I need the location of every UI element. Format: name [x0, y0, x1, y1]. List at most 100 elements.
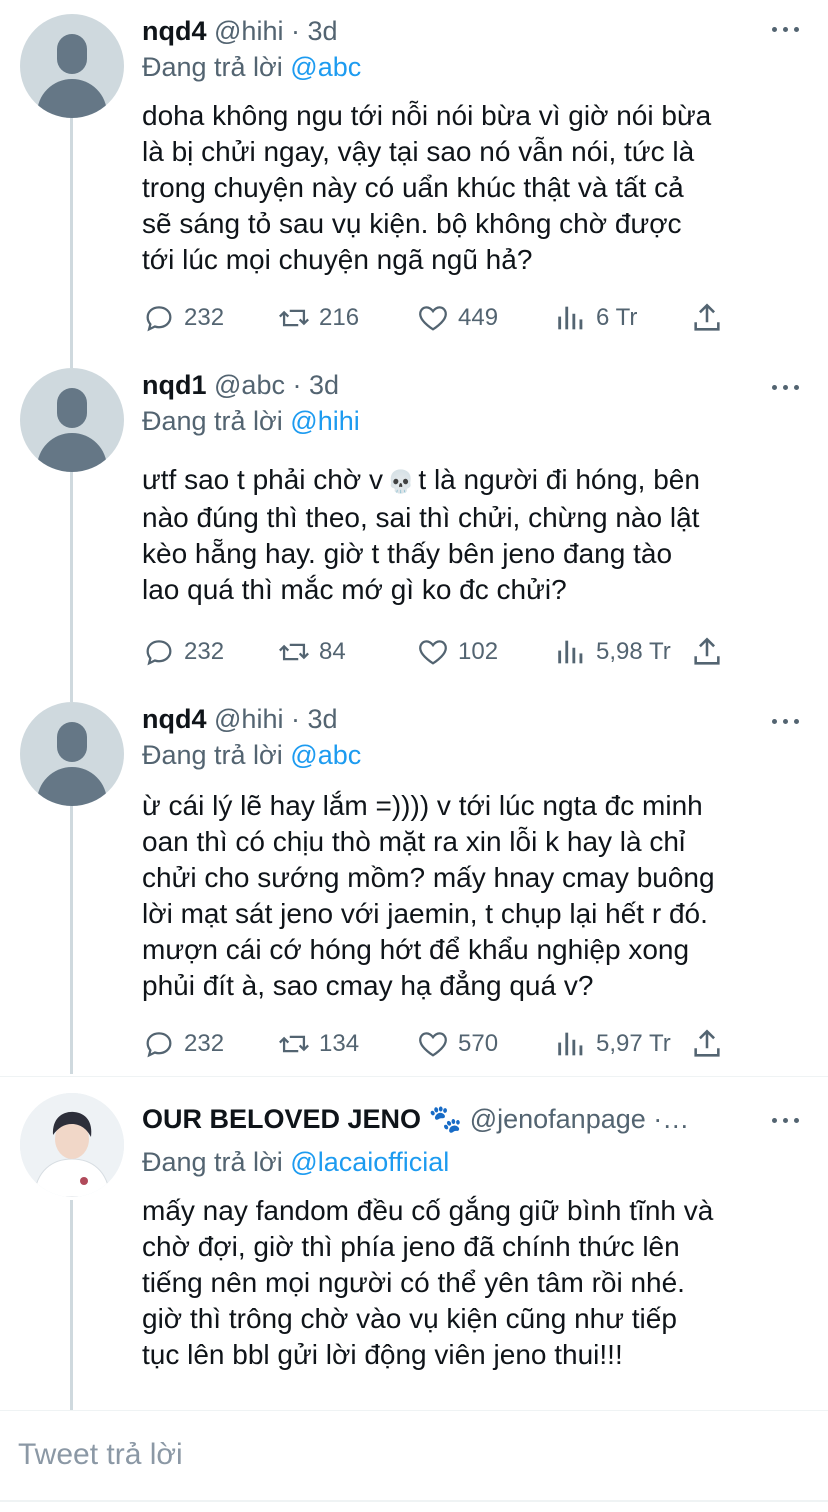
text-line: chờ đợi, giờ thì phía jeno đã chính thức… — [142, 1231, 680, 1262]
profile-photo — [20, 1093, 124, 1197]
mention-link[interactable]: @abc — [290, 740, 361, 770]
text-line: lời mạt sát jeno với jaemin, t chụp lại … — [142, 898, 708, 929]
more-icon[interactable] — [772, 716, 800, 726]
timestamp[interactable]: 3d — [308, 704, 338, 734]
avatar[interactable] — [20, 368, 124, 472]
separator-dot: · — [290, 16, 300, 46]
share-button[interactable] — [690, 632, 732, 672]
timestamp[interactable]: 3d — [308, 16, 338, 46]
tweet-actions: 232 134 570 5,97 Tr — [142, 1024, 802, 1064]
text-segment: ưtf sao t phải chờ v — [142, 464, 383, 495]
reply-button[interactable]: 232 — [142, 298, 224, 338]
text-line: tục lên bbl gửi lời động viên jeno thui!… — [142, 1339, 623, 1370]
retweet-button[interactable]: 84 — [277, 632, 346, 672]
replying-label: Đang trả lời — [142, 406, 283, 436]
text-line: phủi đít à, sao cmay hạ đẳng quá v? — [142, 970, 594, 1001]
share-button[interactable] — [690, 298, 732, 338]
more-icon[interactable] — [772, 1115, 800, 1125]
mention-link[interactable]: @lacaiofficial — [290, 1147, 449, 1177]
retweet-icon — [279, 1035, 309, 1053]
tweet-header: nqd4 @hihi · 3d — [142, 704, 338, 735]
tweet-text: ưtf sao t phải chờ v 💀 t là người đi hóng,… — [142, 462, 812, 608]
separator-dot: · — [290, 704, 300, 734]
text-line: mấy nay fandom đều cố gắng giữ bình tĩnh… — [142, 1195, 714, 1226]
views-button[interactable]: 6 Tr — [554, 298, 637, 338]
separator-dot: ·… — [653, 1104, 690, 1134]
text-line: trong chuyện này có uẩn khúc thật và tất… — [142, 172, 684, 203]
more-icon[interactable] — [772, 382, 800, 392]
text-line: tiếng nên mọi người có thể yên tâm rồi n… — [142, 1267, 685, 1298]
views-icon — [558, 1032, 583, 1056]
paw-emoji: 🐾 — [428, 1104, 463, 1134]
username[interactable]: @jenofanpage — [470, 1104, 646, 1134]
tweet[interactable]: nqd1 @abc · 3d Đang trả lời @hihi ưtf sa… — [0, 352, 828, 686]
divider — [0, 1410, 828, 1411]
display-name[interactable]: nqd4 — [142, 16, 207, 46]
views-button[interactable]: 5,97 Tr — [554, 1024, 671, 1064]
username[interactable]: @abc — [214, 370, 285, 400]
retweet-button[interactable]: 216 — [277, 298, 359, 338]
avatar[interactable] — [20, 1093, 124, 1197]
views-button[interactable]: 5,98 Tr — [554, 632, 671, 672]
tweet[interactable]: nqd4 @hihi · 3d Đang trả lời @abc ừ cái … — [0, 686, 828, 1076]
reply-input[interactable]: Tweet trả lời — [18, 1438, 183, 1472]
text-line: kèo hẵng hay. giờ t thấy bên jeno đang t… — [142, 537, 673, 569]
retweet-count: 216 — [319, 304, 360, 331]
retweet-count: 134 — [319, 1030, 360, 1057]
reply-count: 232 — [184, 1030, 225, 1057]
like-count: 102 — [458, 638, 499, 665]
reply-button[interactable]: 232 — [142, 1024, 224, 1064]
replying-to: Đang trả lời @lacaiofficial — [142, 1147, 449, 1178]
display-name[interactable]: nqd1 — [142, 370, 207, 400]
tweet-actions: 232 216 449 6 Tr — [142, 298, 802, 338]
reply-composer[interactable]: Tweet trả lời — [0, 1414, 828, 1504]
mention-link[interactable]: @abc — [290, 52, 361, 82]
display-name[interactable]: OUR BELOVED JENO — [142, 1104, 421, 1134]
text-line: nào đúng thì theo, sai thì chửi, chừng n… — [142, 501, 700, 533]
username[interactable]: @hihi — [214, 704, 283, 734]
retweet-button[interactable]: 134 — [277, 1024, 359, 1064]
reply-count: 232 — [184, 304, 225, 331]
tweet-text: mấy nay fandom đều cố gắng giữ bình tĩnh… — [142, 1193, 812, 1373]
share-button[interactable] — [690, 1024, 732, 1064]
username[interactable]: @hihi — [214, 16, 283, 46]
retweet-count: 84 — [319, 638, 346, 665]
separator-dot: · — [292, 370, 302, 400]
text-line: doha không ngu tới nỗi nói bừa vì giờ nó… — [142, 100, 712, 131]
reply-icon — [146, 1032, 172, 1058]
mention-link[interactable]: @hihi — [290, 406, 359, 436]
text-line: lao quá thì mắc mớ gì ko đc chửi? — [142, 573, 567, 605]
replying-to: Đang trả lời @abc — [142, 740, 361, 771]
heart-icon — [419, 1032, 447, 1057]
tweet[interactable]: OUR BELOVED JENO 🐾 @jenofanpage ·… Đang … — [0, 1077, 828, 1411]
views-icon — [558, 306, 583, 330]
retweet-icon — [279, 643, 309, 661]
text-line: giờ thì trông chờ vào vụ kiện cũng như t… — [142, 1303, 677, 1334]
like-button[interactable]: 570 — [416, 1024, 498, 1064]
like-button[interactable]: 449 — [416, 298, 498, 338]
like-count: 570 — [458, 1030, 499, 1057]
reply-button[interactable]: 232 — [142, 632, 224, 672]
text-line: là bị chửi ngay, vậy tại sao nó vẫn nói,… — [142, 136, 695, 167]
heart-icon — [419, 306, 447, 331]
tweet[interactable]: nqd4 @hihi · 3d Đang trả lời @abc doha k… — [0, 0, 828, 352]
avatar[interactable] — [20, 702, 124, 806]
text-line: ưtf sao t phải chờ v 💀 t là người đi hóng,… — [142, 462, 812, 500]
more-icon[interactable] — [772, 24, 800, 34]
share-icon — [694, 637, 720, 665]
avatar[interactable] — [20, 14, 124, 118]
like-button[interactable]: 102 — [416, 632, 498, 672]
tweet-header: nqd1 @abc · 3d — [142, 370, 339, 401]
retweet-icon — [279, 309, 309, 327]
tweet-text: ừ cái lý lẽ hay lắm =)))) v tới lúc ngta… — [142, 788, 812, 1004]
replying-to: Đang trả lời @hihi — [142, 406, 360, 437]
timestamp[interactable]: 3d — [309, 370, 339, 400]
views-count: 5,98 Tr — [596, 638, 671, 665]
display-name[interactable]: nqd4 — [142, 704, 207, 734]
replying-to: Đang trả lời @abc — [142, 52, 361, 83]
text-line: chửi cho sướng mồm? mấy hnay cmay buông — [142, 862, 715, 893]
tweet-header: OUR BELOVED JENO 🐾 @jenofanpage ·… — [142, 1103, 689, 1135]
text-line: oan thì có chịu thò mặt ra xin lỗi k hay… — [142, 826, 686, 857]
replying-label: Đang trả lời — [142, 740, 283, 770]
views-icon — [558, 640, 583, 664]
